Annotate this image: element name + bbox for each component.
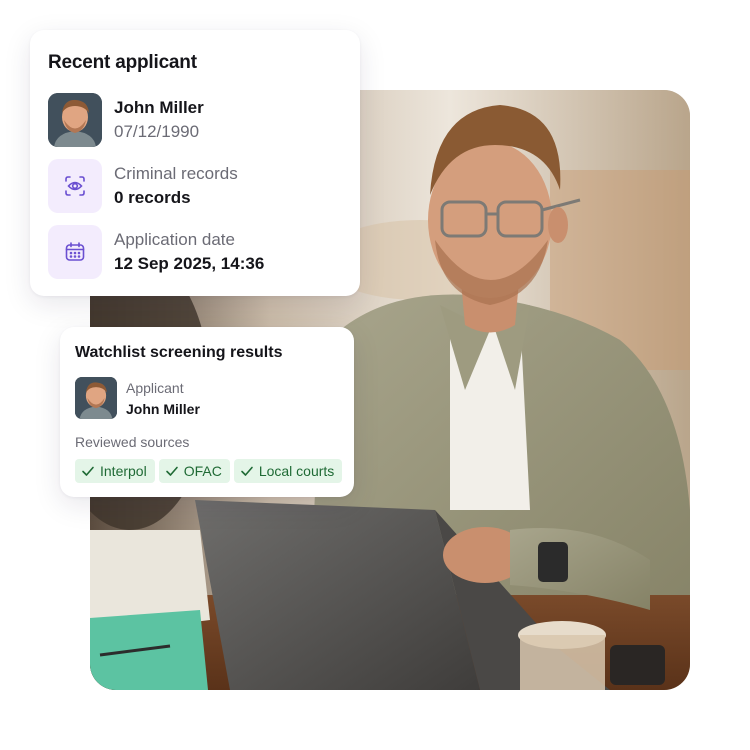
checkmark-icon xyxy=(241,466,253,476)
application-date-label: Application date xyxy=(114,230,235,249)
watchlist-title: Watchlist screening results xyxy=(75,344,283,361)
applicant-row[interactable]: John Miller 07/12/1990 xyxy=(48,93,204,147)
source-chip-interpol: Interpol xyxy=(75,459,155,483)
recent-applicant-card: Recent applicant John Miller 07/12/1990 xyxy=(30,30,360,296)
criminal-records-value: 0 records xyxy=(114,188,191,207)
source-label: Interpol xyxy=(100,463,147,479)
avatar-photo xyxy=(75,377,117,419)
avatar xyxy=(48,93,102,147)
application-date-row: Application date 12 Sep 2025, 14:36 xyxy=(48,225,264,279)
application-date-tile xyxy=(48,225,102,279)
reviewed-sources-label: Reviewed sources xyxy=(75,434,190,450)
calendar-icon xyxy=(65,242,85,261)
avatar xyxy=(75,377,117,419)
application-date-value: 12 Sep 2025, 14:36 xyxy=(114,254,265,273)
source-chip-ofac: OFAC xyxy=(158,459,230,483)
criminal-records-tile xyxy=(48,159,102,213)
applicant-label: Applicant xyxy=(126,379,184,396)
criminal-records-row: Criminal records 0 records xyxy=(48,159,238,213)
applicant-name: John Miller xyxy=(126,400,200,417)
checkmark-icon xyxy=(165,466,178,476)
watchlist-screening-card: Watchlist screening results Applicant Jo… xyxy=(60,327,354,497)
source-label: OFAC xyxy=(183,463,222,479)
card-title: Recent applicant xyxy=(48,52,197,73)
watchlist-applicant[interactable]: Applicant John Miller xyxy=(75,377,200,419)
applicant-name: John Miller xyxy=(114,98,204,117)
source-label: Local courts xyxy=(258,463,335,479)
source-chip-local-courts: Local courts xyxy=(233,459,343,483)
criminal-records-label: Criminal records xyxy=(114,164,238,183)
avatar-photo xyxy=(48,93,102,147)
reviewed-sources-list: Interpol OFAC Local courts xyxy=(75,459,343,483)
checkmark-icon xyxy=(82,466,94,476)
eye-scan-icon xyxy=(65,176,85,196)
applicant-dob: 07/12/1990 xyxy=(114,122,200,141)
